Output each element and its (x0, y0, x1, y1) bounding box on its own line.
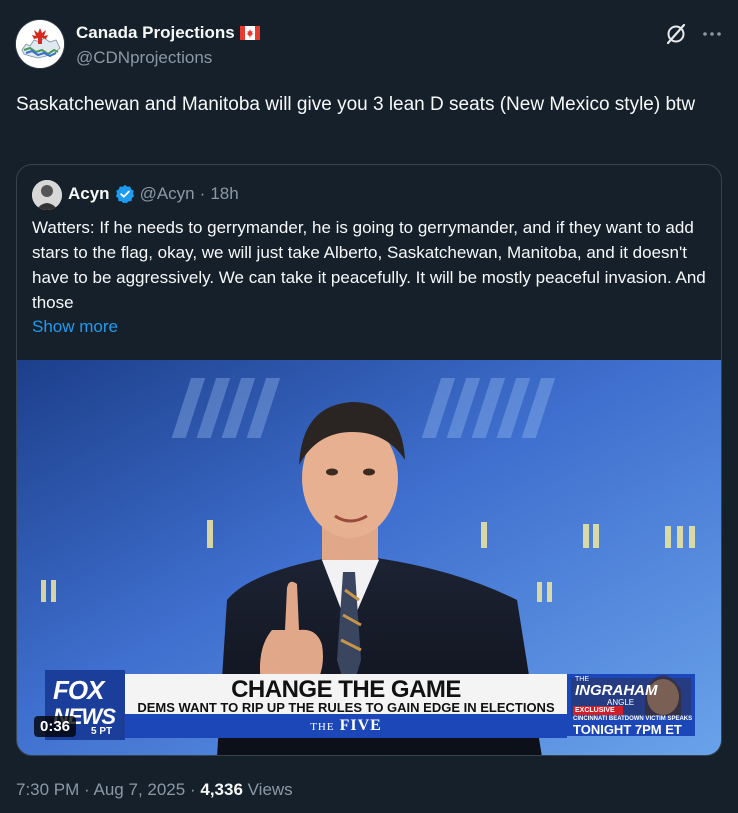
video-player[interactable]: FOX NEWS 5 PT CHANGE THE GAME DEMS WANT … (17, 360, 721, 755)
show-more-link[interactable]: Show more (32, 317, 118, 337)
more-options-icon[interactable] (700, 22, 724, 46)
canada-map-logo (16, 20, 64, 68)
views-label: Views (247, 780, 293, 799)
chyron-subhead: DEMS WANT TO RIP UP THE RULES TO GAIN ED… (137, 700, 555, 715)
tweet-text: Saskatchewan and Manitoba will give you … (16, 94, 696, 115)
tweet-meta: 7:30 PM · Aug 7, 2025 · 4,336 Views (16, 780, 293, 800)
verified-badge-icon (115, 184, 134, 204)
chyron-show: THE FIVE (125, 717, 567, 735)
author-display-name[interactable]: Canada Projections (76, 23, 235, 43)
promo-show-sub: ANGLE (607, 698, 635, 707)
promo-tag: EXCLUSIVE (575, 707, 615, 714)
chyron-time-tag: 5 PT (91, 726, 113, 737)
quote-text: Watters: If he needs to gerrymander, he … (32, 218, 706, 312)
author-handle[interactable]: @CDNprojections (76, 48, 212, 68)
quote-author-handle[interactable]: @Acyn (140, 184, 195, 204)
quoted-tweet[interactable]: Acyn @Acyn · 18h Watters: If he needs to… (16, 164, 722, 756)
canada-flag-icon (239, 26, 260, 40)
quote-header: Acyn @Acyn · 18h (68, 184, 239, 204)
promo-show: INGRAHAM (575, 682, 658, 699)
person-photo (32, 180, 62, 210)
quote-separator: · (199, 184, 206, 203)
author-avatar[interactable] (16, 20, 64, 68)
views-count[interactable]: 4,336 (200, 780, 243, 799)
chyron-show-name: FIVE (339, 717, 382, 734)
quote-author-avatar[interactable] (32, 180, 62, 210)
author-name-row[interactable]: Canada Projections (76, 23, 260, 43)
promo-time: TONIGHT 7PM ET (573, 722, 682, 737)
tweet-date[interactable]: Aug 7, 2025 (94, 780, 186, 799)
video-duration: 0:36 (34, 716, 77, 737)
meta-separator: · (84, 780, 90, 799)
chyron-show-prefix: THE (310, 721, 335, 733)
quote-age[interactable]: 18h (210, 184, 238, 204)
tweet-time[interactable]: 7:30 PM (16, 780, 79, 799)
quote-author-name[interactable]: Acyn (68, 184, 110, 204)
chyron-network-top: FOX (53, 675, 104, 705)
grok-icon[interactable] (664, 22, 688, 46)
meta-separator: · (189, 780, 196, 799)
